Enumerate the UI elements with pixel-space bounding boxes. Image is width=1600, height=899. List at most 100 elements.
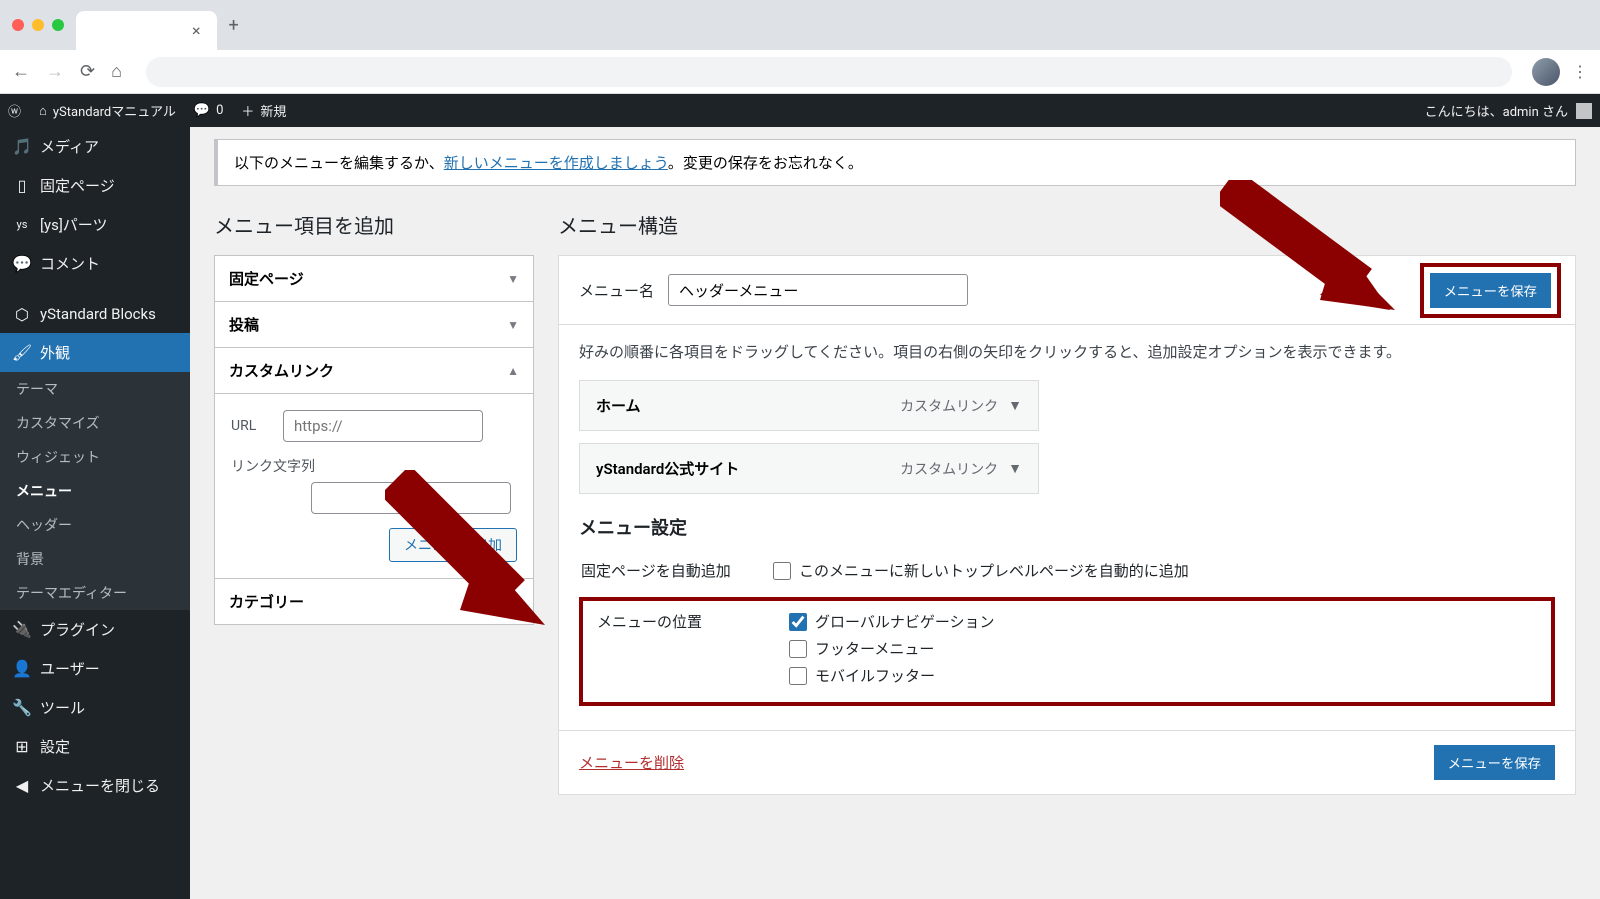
- sidebar-item-settings[interactable]: ⊞設定: [0, 727, 190, 766]
- collapse-icon: ◀: [12, 776, 32, 796]
- sliders-icon: ⊞: [12, 737, 32, 757]
- menu-item-type: カスタムリンク: [900, 459, 998, 479]
- submenu-header[interactable]: ヘッダー: [0, 508, 190, 542]
- sidebar-item-label: yStandard Blocks: [40, 305, 156, 323]
- forward-button[interactable]: →: [46, 61, 64, 82]
- page-icon: ▯: [12, 176, 32, 196]
- caret-down-icon: ▼: [507, 318, 519, 332]
- menu-structure-heading: メニュー構造: [558, 210, 1576, 239]
- auto-add-checkbox[interactable]: [773, 562, 791, 580]
- menu-footer: メニューを削除 メニューを保存: [559, 730, 1575, 794]
- window-minimize[interactable]: [32, 19, 44, 31]
- location-mobile-checkbox[interactable]: [789, 667, 807, 685]
- new-tab-button[interactable]: +: [229, 15, 239, 36]
- menu-item-type: カスタムリンク: [900, 396, 998, 416]
- submenu-menu[interactable]: メニュー: [0, 474, 190, 508]
- location-footer-checkbox[interactable]: [789, 640, 807, 658]
- window-maximize[interactable]: [52, 19, 64, 31]
- submenu-theme-editor[interactable]: テーマエディター: [0, 576, 190, 610]
- sidebar-item-plugins[interactable]: 🔌 プラグイン: [0, 610, 190, 649]
- menu-settings-heading: メニュー設定: [579, 514, 1555, 540]
- sidebar-item-media[interactable]: 🎵 メディア: [0, 127, 190, 166]
- user-avatar: [1576, 103, 1592, 119]
- wordpress-icon: ⓦ: [8, 101, 21, 120]
- new-content-link[interactable]: ＋ 新規: [241, 101, 286, 120]
- accordion-custom-link[interactable]: カスタムリンク ▲: [215, 348, 533, 394]
- media-icon: 🎵: [12, 137, 32, 157]
- comments-link[interactable]: 💬 0: [194, 103, 224, 118]
- notice-box: 以下のメニューを編集するか、新しいメニューを作成しましょう。変更の保存をお忘れな…: [214, 139, 1576, 186]
- site-name-link[interactable]: ⌂ yStandardマニュアル: [39, 101, 176, 120]
- location-mobile-label[interactable]: モバイルフッター: [815, 665, 935, 686]
- browser-toolbar: ← → ⟳ ⌂ ⋮: [0, 50, 1600, 94]
- window-close[interactable]: [12, 19, 24, 31]
- sidebar-item-label: ツール: [40, 697, 85, 718]
- caret-down-icon[interactable]: ▼: [1008, 460, 1022, 477]
- window-controls: [12, 19, 64, 31]
- menu-item[interactable]: ホーム カスタムリンク ▼: [579, 380, 1039, 431]
- sidebar-item-users[interactable]: 👤ユーザー: [0, 649, 190, 688]
- plugin-icon: 🔌: [12, 620, 32, 640]
- submenu-customize[interactable]: カスタマイズ: [0, 406, 190, 440]
- annotation-arrow: [385, 470, 565, 650]
- menu-item-title: yStandard公式サイト: [596, 458, 739, 479]
- sidebar-collapse[interactable]: ◀メニューを閉じる: [0, 766, 190, 805]
- location-global-label[interactable]: グローバルナビゲーション: [815, 611, 995, 632]
- accordion-label: 投稿: [229, 314, 259, 335]
- site-name: yStandardマニュアル: [53, 101, 176, 120]
- sidebar-item-label: 固定ページ: [40, 175, 115, 196]
- sidebar-item-tools[interactable]: 🔧ツール: [0, 688, 190, 727]
- brush-icon: 🖌: [12, 343, 32, 363]
- submenu-theme[interactable]: テーマ: [0, 372, 190, 406]
- comment-icon: 💬: [194, 103, 210, 118]
- caret-down-icon: ▼: [507, 272, 519, 286]
- menu-item[interactable]: yStandard公式サイト カスタムリンク ▼: [579, 443, 1039, 494]
- location-global-checkbox[interactable]: [789, 613, 807, 631]
- comment-count: 0: [216, 103, 223, 118]
- browser-tab[interactable]: ×: [76, 11, 217, 50]
- sidebar-item-ystandard-blocks[interactable]: ⬡ yStandard Blocks: [0, 295, 190, 333]
- sidebar-item-appearance[interactable]: 🖌外観: [0, 333, 190, 372]
- my-account[interactable]: こんにちは、admin さん: [1425, 101, 1592, 120]
- menu-name-input[interactable]: [668, 274, 968, 306]
- url-input[interactable]: [283, 410, 483, 442]
- caret-down-icon[interactable]: ▼: [1008, 397, 1022, 414]
- new-label: 新規: [260, 101, 286, 120]
- accordion-label: カテゴリー: [229, 591, 304, 612]
- caret-up-icon: ▲: [507, 364, 519, 378]
- sidebar-item-label: ユーザー: [40, 658, 100, 679]
- location-label: メニューの位置: [585, 603, 775, 700]
- accordion-fixed-pages[interactable]: 固定ページ ▼: [215, 256, 533, 302]
- home-button[interactable]: ⌂: [111, 61, 122, 82]
- back-button[interactable]: ←: [12, 61, 30, 82]
- close-tab-icon[interactable]: ×: [192, 21, 201, 40]
- greeting-text: こんにちは、admin さん: [1425, 101, 1568, 120]
- sidebar-item-label: メディア: [40, 136, 99, 157]
- appearance-submenu: テーマ カスタマイズ ウィジェット メニュー ヘッダー 背景 テーマエディター: [0, 372, 190, 610]
- url-bar[interactable]: [146, 57, 1512, 87]
- comment-icon: 💬: [12, 254, 32, 274]
- reload-button[interactable]: ⟳: [80, 61, 95, 82]
- sidebar-item-comments[interactable]: 💬コメント: [0, 244, 190, 283]
- menu-item-title: ホーム: [596, 395, 641, 416]
- sidebar-item-pages[interactable]: ▯ 固定ページ: [0, 166, 190, 205]
- save-menu-button-top[interactable]: メニューを保存: [1430, 273, 1551, 308]
- cube-icon: ⬡: [12, 304, 32, 324]
- auto-add-desc[interactable]: このメニューに新しいトップレベルページを自動的に追加: [799, 560, 1189, 581]
- sidebar-item-ys-parts[interactable]: ys[ys]パーツ: [0, 205, 190, 244]
- profile-avatar[interactable]: [1532, 58, 1560, 86]
- browser-menu-icon[interactable]: ⋮: [1572, 62, 1588, 81]
- location-footer-label[interactable]: フッターメニュー: [815, 638, 934, 659]
- sidebar-item-label: プラグイン: [40, 619, 115, 640]
- submenu-widget[interactable]: ウィジェット: [0, 440, 190, 474]
- wp-logo[interactable]: ⓦ: [8, 101, 21, 120]
- create-new-menu-link[interactable]: 新しいメニューを作成しましょう: [444, 154, 668, 172]
- delete-menu-link[interactable]: メニューを削除: [579, 752, 684, 773]
- admin-sidebar: 🎵 メディア ▯ 固定ページ ys[ys]パーツ 💬コメント ⬡ yStandard …: [0, 127, 190, 899]
- save-menu-button-bottom[interactable]: メニューを保存: [1434, 745, 1555, 780]
- accordion-posts[interactable]: 投稿 ▼: [215, 302, 533, 348]
- auto-add-label: 固定ページを自動追加: [581, 552, 771, 595]
- submenu-background[interactable]: 背景: [0, 542, 190, 576]
- url-label: URL: [231, 418, 271, 434]
- add-menu-items-heading: メニュー項目を追加: [214, 210, 534, 239]
